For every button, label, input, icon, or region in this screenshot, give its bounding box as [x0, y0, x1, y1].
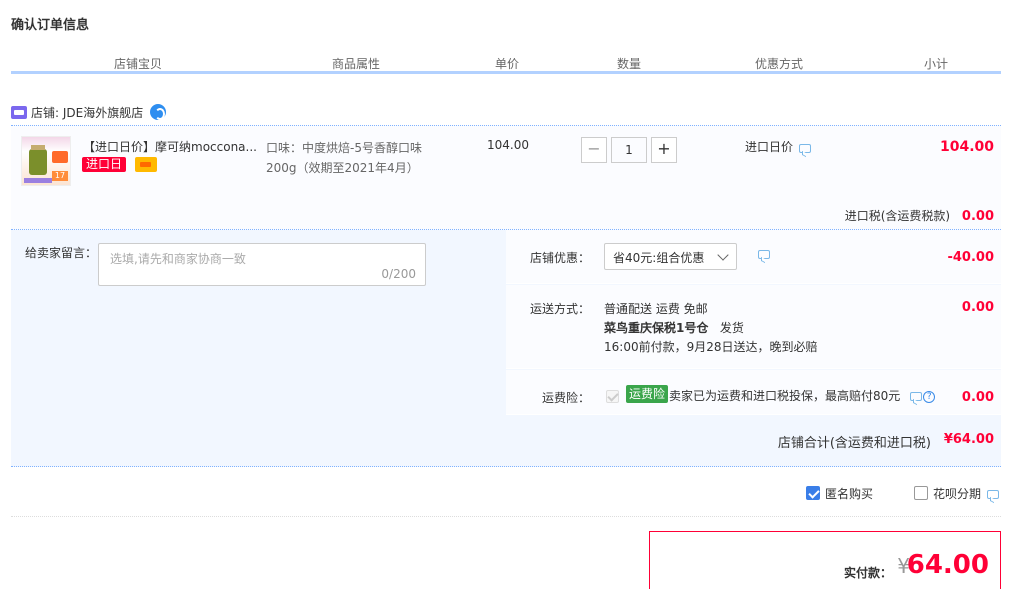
thumb-strip — [24, 178, 52, 183]
import-tax-label: 进口税(含运费税款) — [844, 209, 951, 223]
payment-label: 实付款： — [843, 566, 892, 580]
huabei-checkbox[interactable] — [914, 486, 928, 500]
anonymous-label: 匿名购买 — [825, 486, 874, 501]
store-total-value: ¥64.00 — [943, 432, 994, 447]
import-tax-value: 0.00 — [961, 209, 994, 224]
discount-select[interactable]: 省40元:组合优惠 — [604, 243, 737, 270]
promo-method: 进口日价 — [745, 138, 812, 155]
page-title: 确认订单信息 — [11, 18, 90, 33]
insurance-badge: 运费险 — [626, 385, 669, 403]
decrease-quantity-button[interactable]: − — [581, 137, 607, 163]
product-jar-image — [29, 145, 47, 175]
insurance-value: 0.00 — [961, 390, 994, 405]
quantity-input[interactable]: 1 — [611, 137, 647, 163]
shipping-warehouse-line: 菜鸟重庆保税1号仓 发货 — [604, 319, 818, 338]
anonymous-checkbox[interactable] — [806, 486, 820, 500]
promo-tag-image — [52, 151, 68, 163]
insurance-row: 运费险： 运费险 卖家已为运费和进口税投保，最高赔付80元? 0.00 — [506, 370, 1001, 415]
product-attributes: 口味：中度烘焙-5号香醇口味200g（效期至2021年4月） — [266, 141, 422, 175]
discount-label: 店铺优惠： — [529, 251, 590, 265]
seller-memo-area: 给卖家留言： 选填,请先和商家协商一致 0/200 — [11, 230, 506, 415]
import-day-badge: 进口日 — [82, 157, 127, 172]
item-subtotal: 104.00 — [939, 139, 994, 155]
thumb-tag: 17 — [52, 171, 68, 181]
order-options-panel: 店铺优惠： 省40元:组合优惠 -40.00 运送方式： 普通配送 运费 免邮 … — [506, 230, 1001, 415]
col-subtotal: 小计 — [924, 57, 949, 71]
shipping-details: 普通配送 运费 免邮 菜鸟重庆保税1号仓 发货 16:00前付款，9月28日送达… — [604, 300, 818, 357]
store-icon — [11, 105, 27, 119]
shipping-value: 0.00 — [961, 300, 994, 315]
anonymous-option[interactable]: 匿名购买 — [806, 484, 873, 502]
store-total-label: 店铺合计(含运费和进口税) — [777, 436, 931, 451]
insurance-text: 卖家已为运费和进口税投保，最高赔付80元 — [669, 389, 901, 403]
col-unit-price: 单价 — [495, 57, 520, 71]
col-attributes: 商品属性 — [332, 57, 381, 71]
order-item: 17 【进口日价】摩可纳moccona... 进口日 口味：中度烘焙-5号香醇口… — [11, 125, 1001, 230]
col-promo: 优惠方式 — [755, 57, 804, 71]
insurance-checkbox — [606, 390, 619, 403]
chevron-down-icon — [717, 249, 729, 261]
discount-selected: 省40元:组合优惠 — [613, 251, 705, 265]
shipping-label: 运送方式： — [529, 302, 590, 316]
huabei-label: 花呗分期 — [933, 486, 982, 501]
promo-label: 进口日价 — [745, 140, 794, 154]
divider — [11, 516, 1001, 517]
chat-seller-icon[interactable] — [150, 104, 167, 120]
order-details: 给卖家留言： 选填,请先和商家协商一致 0/200 店铺优惠： 省40元:组合优… — [11, 230, 1001, 467]
warehouse-name: 菜鸟重庆保税1号仓 — [604, 321, 709, 335]
payment-summary: 实付款： ¥ 64.00 — [649, 531, 1001, 589]
shipping-row: 运送方式： 普通配送 运费 免邮 菜鸟重庆保税1号仓 发货 16:00前付款，9… — [506, 285, 1001, 369]
shipping-method: 普通配送 运费 免邮 — [604, 302, 708, 316]
memo-char-count: 0/200 — [381, 267, 416, 281]
table-header: 店铺宝贝 商品属性 单价 数量 优惠方式 小计 — [11, 50, 1001, 74]
memo-input[interactable]: 选填,请先和商家协商一致 0/200 — [98, 243, 426, 286]
unit-price: 104.00 — [487, 138, 529, 152]
store-discount-row: 店铺优惠： 省40元:组合优惠 -40.00 — [506, 230, 1001, 284]
memo-placeholder: 选填,请先和商家协商一致 — [110, 252, 246, 266]
huabei-option[interactable]: 花呗分期 — [914, 484, 1000, 502]
discount-info-icon[interactable] — [758, 250, 770, 259]
col-quantity: 数量 — [617, 57, 642, 71]
import-tax-row: 进口税(含运费税款) 0.00 — [845, 207, 994, 224]
insurance-label: 运费险： — [541, 391, 590, 405]
delivery-promise: 16:00前付款，9月28日送达，晚到必赔 — [604, 340, 818, 354]
insurance-chat-icon[interactable] — [910, 392, 923, 401]
payment-amount: 64.00 — [906, 550, 989, 580]
discount-value: -40.00 — [947, 250, 994, 265]
store-row: 店铺: JDE海外旗舰店 — [11, 103, 167, 121]
card-icon — [135, 157, 157, 172]
dispatch-label: 发货 — [719, 321, 744, 335]
increase-quantity-button[interactable]: + — [651, 137, 677, 163]
memo-label: 给卖家留言： — [25, 246, 98, 260]
col-store-item: 店铺宝贝 — [114, 57, 163, 71]
store-name[interactable]: 店铺: JDE海外旗舰店 — [31, 104, 143, 121]
product-thumbnail[interactable]: 17 — [21, 136, 71, 186]
product-title[interactable]: 【进口日价】摩可纳moccona... — [83, 138, 259, 155]
huabei-info-icon[interactable] — [987, 489, 1000, 499]
store-total-row: 店铺合计(含运费和进口税) ¥64.00 — [11, 415, 1001, 467]
help-icon[interactable]: ? — [923, 391, 936, 403]
quantity-stepper: − 1 + — [581, 137, 677, 163]
promo-info-icon[interactable] — [799, 144, 812, 153]
insurance-description: 卖家已为运费和进口税投保，最高赔付80元? — [669, 387, 936, 404]
